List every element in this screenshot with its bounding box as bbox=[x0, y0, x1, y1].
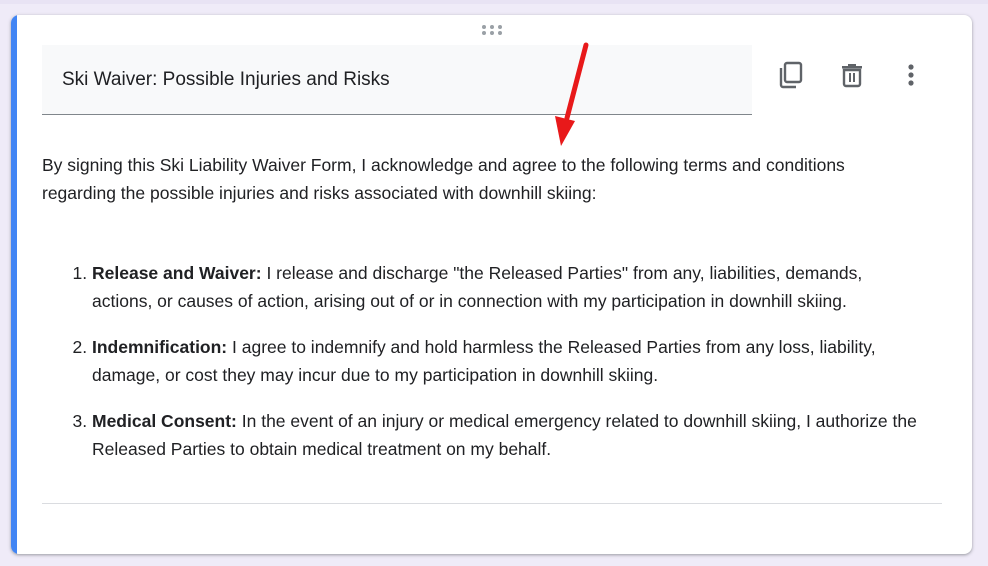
title-input[interactable]: Ski Waiver: Possible Injuries and Risks bbox=[42, 45, 752, 115]
term-heading: Release and Waiver: bbox=[92, 263, 262, 283]
delete-button[interactable] bbox=[832, 55, 872, 95]
description-intro: By signing this Ski Liability Waiver For… bbox=[42, 155, 845, 203]
active-accent-bar bbox=[11, 15, 17, 554]
terms-list: Release and Waiver: I release and discha… bbox=[42, 259, 922, 463]
list-item: Medical Consent: In the event of an inju… bbox=[92, 407, 922, 463]
question-card[interactable]: Ski Waiver: Possible Injuries and Risks … bbox=[11, 15, 972, 554]
duplicate-button[interactable] bbox=[771, 55, 811, 95]
list-item: Indemnification: I agree to indemnify an… bbox=[92, 333, 922, 389]
copy-icon bbox=[779, 61, 803, 89]
term-heading: Indemnification: bbox=[92, 337, 228, 357]
card-divider bbox=[42, 503, 942, 504]
term-heading: Medical Consent: bbox=[92, 411, 237, 431]
page-top-strip bbox=[0, 0, 988, 4]
question-description[interactable]: By signing this Ski Liability Waiver For… bbox=[42, 151, 922, 481]
more-options-button[interactable] bbox=[891, 55, 931, 95]
drag-handle-icon[interactable] bbox=[481, 24, 503, 36]
trash-icon bbox=[842, 64, 862, 88]
question-title: Ski Waiver: Possible Injuries and Risks bbox=[62, 69, 390, 90]
list-item: Release and Waiver: I release and discha… bbox=[92, 259, 922, 315]
more-vert-icon bbox=[908, 64, 914, 86]
